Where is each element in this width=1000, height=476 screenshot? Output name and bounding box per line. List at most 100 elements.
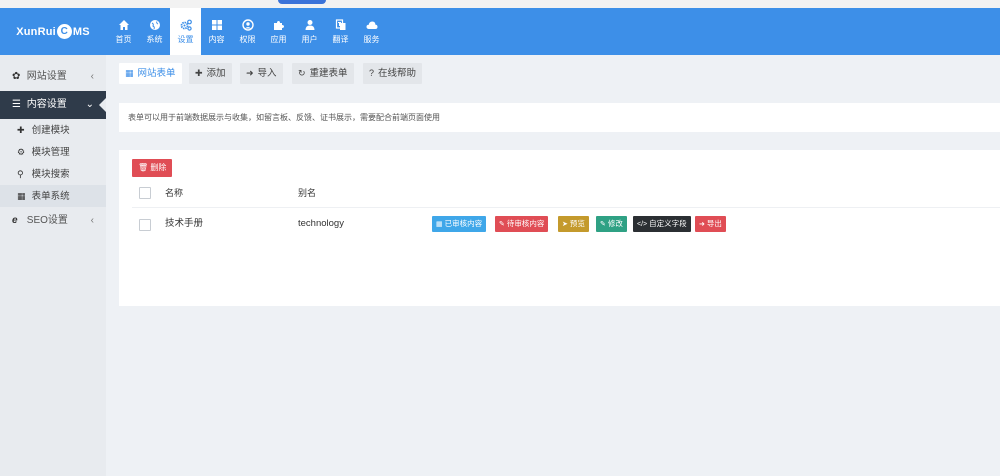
row-checkbox[interactable]	[139, 219, 151, 231]
table-icon: ▦	[17, 191, 26, 201]
nav-item-permissions[interactable]: 权限	[232, 8, 263, 55]
logo[interactable]: XunRui C MS	[0, 8, 106, 55]
nav-label: 服务	[363, 35, 380, 44]
cogs-icon: ⚙	[17, 147, 26, 157]
browser-top-strip	[0, 0, 1000, 8]
nav-label: 权限	[239, 35, 256, 44]
preview-button[interactable]: ➤ 预览	[558, 216, 589, 232]
approved-content-button[interactable]: ▦ 已审核内容	[432, 216, 487, 232]
sign-out-icon: ➜	[699, 221, 705, 228]
sidebar-item-label: SEO设置	[26, 215, 68, 226]
button-label: 删除	[150, 163, 167, 172]
edit-icon: ✎	[600, 221, 606, 228]
sidebar-item-seo-settings[interactable]: e SEO设置 ‹	[0, 207, 106, 235]
sidebar-subitem-label: 表单系统	[31, 191, 70, 202]
forms-table-panel: 🗑 删除 名称 别名 技术手册 technology ▦ 已审核内容 ✎ 待审核内容…	[119, 150, 1000, 306]
nav-label: 内容	[208, 35, 225, 44]
question-circle-icon: ?	[369, 68, 375, 78]
code-icon: </>	[637, 221, 648, 228]
sidebar-subitem-label: 创建模块	[31, 125, 70, 136]
logo-text-prefix: XunRui	[16, 25, 56, 38]
nav-item-apps[interactable]: 应用	[263, 8, 294, 55]
button-label: 修改	[607, 219, 623, 228]
sidebar-subitem-label: 模块管理	[31, 147, 70, 158]
column-header-alias: 别名	[298, 188, 317, 198]
toolbar: ▦ 网站表单 ✚ 添加 ➜ 导入 ↻ 重建表单 ? 在线帮助	[106, 55, 1000, 92]
chevron-down-icon: ⌄	[85, 99, 94, 110]
sidebar-subitem-create-module[interactable]: ✚ 创建模块	[0, 119, 106, 141]
sidebar-item-website-settings[interactable]: ✿ 网站设置 ‹	[0, 63, 106, 91]
nav-label: 应用	[270, 35, 287, 44]
button-label: 预览	[569, 219, 585, 228]
delete-button[interactable]: 🗑 删除	[132, 159, 173, 177]
button-label: 导出	[706, 219, 722, 228]
sign-in-icon: ➜	[246, 68, 254, 78]
nav-item-services[interactable]: 服务	[356, 8, 387, 55]
export-button[interactable]: ➜ 导出	[695, 216, 726, 232]
puzzle-icon	[273, 21, 284, 30]
online-help-button[interactable]: ? 在线帮助	[363, 63, 423, 84]
main-content: ▦ 网站表单 ✚ 添加 ➜ 导入 ↻ 重建表单 ? 在线帮助 表单可以用于前端数据展示与收…	[106, 55, 1000, 476]
table-icon: ▦	[436, 221, 443, 228]
column-header-name: 名称	[165, 188, 184, 198]
info-note: 表单可以用于前端数据展示与收集，如留言板、反馈、证书展示，需要配合前端页面使用	[119, 103, 1000, 132]
header-divider	[132, 207, 1000, 208]
trash-icon: 🗑	[138, 163, 149, 172]
button-label: 在线帮助	[378, 68, 417, 79]
top-header: XunRui C MS 首页 系统 设置 内容 权限 应用 用户 翻译 服务	[0, 8, 1000, 55]
sidebar-subitem-module-search[interactable]: ⚲ 模块搜索	[0, 163, 106, 185]
user-circle-icon	[241, 19, 254, 31]
send-icon: ➤	[562, 221, 568, 228]
nav-label: 系统	[146, 35, 163, 44]
button-label: 导入	[257, 68, 277, 79]
nav-item-home[interactable]: 首页	[108, 8, 139, 55]
search-icon: ⚲	[17, 169, 24, 179]
rebuild-forms-button[interactable]: ↻ 重建表单	[292, 63, 354, 84]
chevron-left-icon: ‹	[90, 71, 94, 82]
sidebar-item-label: 内容设置	[26, 99, 67, 110]
button-label: 待审核内容	[506, 219, 545, 228]
nav-item-content[interactable]: 内容	[201, 8, 232, 55]
select-all-checkbox[interactable]	[139, 187, 151, 199]
table-icon: ▦	[125, 68, 134, 78]
logo-text-suffix: MS	[72, 25, 90, 38]
home-icon	[118, 20, 129, 30]
add-button[interactable]: ✚ 添加	[189, 63, 232, 84]
nav-item-translate[interactable]: 翻译	[325, 8, 356, 55]
logo-c-mark: C	[56, 24, 72, 39]
button-label: 已审核内容	[444, 219, 483, 228]
button-label: 自定义字段	[649, 219, 687, 228]
chevron-left-icon: ‹	[90, 215, 94, 226]
sidebar-subitem-form-system[interactable]: ▦ 表单系统	[0, 185, 106, 207]
sidebar-subitem-label: 模块搜索	[31, 169, 70, 180]
tab-site-forms[interactable]: ▦ 网站表单	[119, 63, 182, 84]
edit-icon: ✎	[499, 221, 505, 228]
nav-item-system[interactable]: 系统	[139, 8, 170, 55]
import-button[interactable]: ➜ 导入	[240, 63, 283, 84]
sidebar-item-label: 网站设置	[26, 71, 67, 82]
nav-label: 设置	[177, 35, 194, 44]
sidebar: ✿ 网站设置 ‹ ☰ 内容设置 ⌄ ✚ 创建模块 ⚙ 模块管理 ⚲ 模块搜索 ▦…	[0, 55, 106, 476]
tab-label: 网站表单	[137, 68, 176, 79]
globe-icon	[149, 20, 160, 30]
top-nav: 首页 系统 设置 内容 权限 应用 用户 翻译 服务	[108, 8, 387, 55]
cell-alias: technology	[298, 218, 344, 229]
pending-content-button[interactable]: ✎ 待审核内容	[495, 216, 549, 232]
nav-label: 用户	[301, 35, 318, 44]
sidebar-subitem-module-manage[interactable]: ⚙ 模块管理	[0, 141, 106, 163]
nav-label: 首页	[115, 35, 132, 44]
sidebar-item-content-settings[interactable]: ☰ 内容设置 ⌄	[0, 91, 106, 119]
cogs-icon	[180, 19, 192, 31]
ie-icon: e	[12, 215, 18, 226]
edit-button[interactable]: ✎ 修改	[596, 216, 627, 232]
plus-icon: ✚	[195, 68, 203, 78]
nav-item-users[interactable]: 用户	[294, 8, 325, 55]
nav-item-settings[interactable]: 设置	[170, 8, 201, 55]
plus-icon: ✚	[17, 125, 25, 135]
gear-icon: ✿	[12, 71, 21, 82]
user-icon	[305, 20, 314, 30]
bars-icon: ☰	[12, 99, 21, 110]
custom-fields-button[interactable]: </> 自定义字段	[633, 216, 691, 232]
cloud-icon	[366, 21, 377, 29]
button-label: 添加	[206, 68, 226, 79]
